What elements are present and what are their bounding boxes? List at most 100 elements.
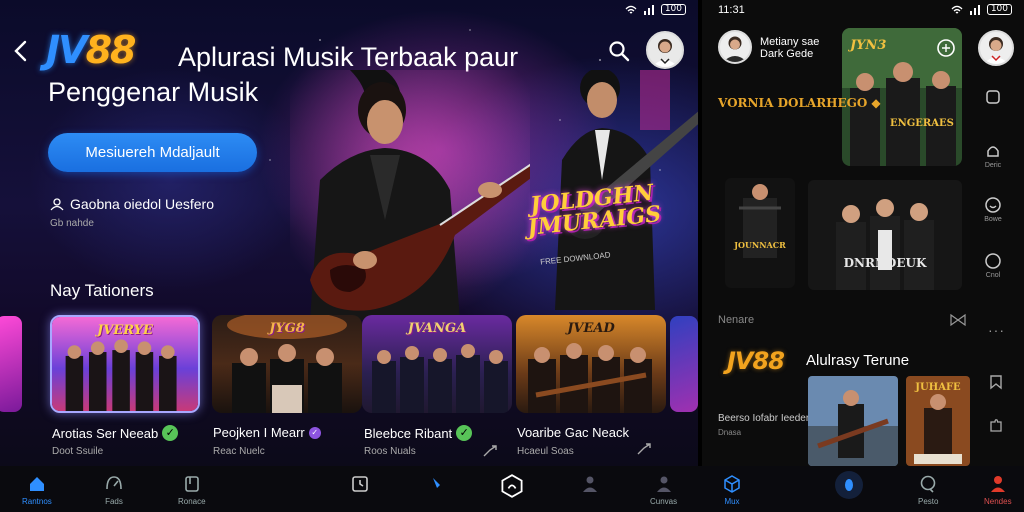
album-card-title: JOUNNACR <box>734 240 786 250</box>
user-avatar[interactable] <box>978 30 1014 66</box>
mic-icon <box>835 471 863 499</box>
home-outline-icon <box>986 90 1000 104</box>
album-description-sub: Dnasa <box>718 428 742 437</box>
album-card-title: Bleebce Ribant ✓ <box>364 425 473 441</box>
share-icon[interactable] <box>482 444 498 458</box>
nav-item-chat[interactable]: Pesto <box>918 474 938 506</box>
search-icon[interactable] <box>607 39 631 63</box>
album-card[interactable]: JVANGA <box>362 315 512 413</box>
gauge-icon <box>106 476 122 490</box>
album-card[interactable]: JYG8 <box>212 315 362 413</box>
album-card-title: Arotias Ser Neeab ✓ <box>52 425 179 441</box>
album-card-subtitle: Hcaeul Soas <box>517 446 574 457</box>
album-card[interactable]: JVERYE <box>50 315 200 413</box>
meta-subtext: Gb nahde <box>50 218 94 229</box>
library-icon <box>184 476 199 492</box>
sidebar-item-alerts[interactable]: Deric <box>984 142 1002 169</box>
album-card-title: Voaribe Gac Neack <box>517 425 630 440</box>
avatar-portrait-icon <box>983 37 1009 64</box>
avatar-portrait-icon <box>652 39 678 67</box>
signal-icon <box>643 4 654 15</box>
album-card[interactable]: JVEAD <box>516 315 666 413</box>
band-photo <box>808 180 962 290</box>
primary-cta-button[interactable]: Mesiuereh Mdaljault <box>48 133 257 172</box>
nav-item-home[interactable]: Rantnos <box>22 474 52 506</box>
album-card-title: JYN3 <box>850 38 887 53</box>
sidebar-item-power[interactable]: Cnol <box>984 252 1002 279</box>
section-title: Nay Tationers <box>50 281 154 300</box>
wifi-icon <box>625 5 637 13</box>
heart-icon[interactable] <box>936 38 956 58</box>
home-screen: 100 JV88 Aplurasi Musik Terbaak paur Pen… <box>0 0 698 512</box>
status-bar: 100 <box>951 4 1012 15</box>
artist-name: Metiany sae <box>760 36 820 48</box>
nav-item-stats[interactable]: Fads <box>104 474 124 506</box>
app-title: Alulrasy Terune <box>806 352 910 369</box>
band-photo <box>808 376 898 466</box>
nav-item-profile[interactable]: Cunvas <box>650 474 677 506</box>
album-card-title: Peojken I Mearr ✓ <box>213 425 321 440</box>
artist-avatar[interactable] <box>718 30 752 64</box>
album-description: Beerso Iofabr Ieeder <box>718 413 810 424</box>
person-icon <box>583 476 597 492</box>
nav-item-library[interactable]: Ronace <box>178 474 206 506</box>
avatar-portrait-icon <box>723 36 747 62</box>
share-icon[interactable] <box>636 442 652 456</box>
power-icon <box>985 253 1001 269</box>
status-bar: 100 <box>625 4 686 15</box>
nav-item-music[interactable] <box>428 474 448 497</box>
bookmark-icon[interactable] <box>988 374 1004 390</box>
wifi-icon <box>951 5 963 13</box>
user-group-icon <box>50 198 64 211</box>
nav-item-mic[interactable] <box>834 470 864 503</box>
nav-item-mux[interactable]: Mux <box>722 474 742 506</box>
jv88-logo: JV88 <box>727 347 785 375</box>
battery-indicator: 100 <box>986 4 1012 15</box>
verified-icon: ✓ <box>308 426 321 439</box>
meta-text: Gaobna oiedol Uesfero <box>70 196 214 212</box>
cube-icon <box>724 475 740 493</box>
sidebar-item-home[interactable] <box>984 88 1002 108</box>
user-avatar[interactable] <box>646 31 684 69</box>
back-icon[interactable] <box>12 40 30 62</box>
note-icon <box>433 478 440 488</box>
album-card-subtitle: Doot Ssuile <box>52 446 104 457</box>
puzzle-icon[interactable] <box>988 418 1004 434</box>
album-card[interactable]: DNRNDEUK <box>808 180 962 290</box>
album-card-title: DNRNDEUK <box>843 256 927 270</box>
nav-item-play[interactable] <box>500 474 524 501</box>
smile-icon <box>985 197 1001 213</box>
carousel-card-partial[interactable] <box>670 316 698 412</box>
carousel-card-partial[interactable] <box>0 316 22 412</box>
album-card[interactable]: JOUNNACR <box>725 178 795 288</box>
sidebar-item-mood[interactable]: Bowe <box>984 196 1002 223</box>
nav-item-recent[interactable] <box>350 474 370 497</box>
verified-icon: ✓ <box>456 425 473 441</box>
user-icon <box>990 476 1005 492</box>
clock-icon <box>352 476 368 492</box>
meta-row: Gaobna oiedol Uesfero <box>50 196 214 212</box>
nav-item-artist[interactable] <box>580 474 600 497</box>
album-card-title: JUHAFE <box>915 382 961 393</box>
album-card-subtitle: Roos Nuals <box>364 446 416 457</box>
album-card[interactable] <box>808 376 898 466</box>
band-photo <box>725 178 795 288</box>
artist-info: Metiany sae Dark Gede <box>760 36 819 60</box>
status-time: 11:31 <box>718 4 745 16</box>
diamond-icon: ◆ <box>871 96 881 110</box>
artist-subtitle: Dark Gede <box>760 48 814 60</box>
album-card-subtitle: Reac Nuelc <box>213 446 265 457</box>
home-icon <box>29 477 44 491</box>
section-title: Nenare <box>718 314 755 326</box>
profile-icon <box>656 476 671 492</box>
guitarist-hero-image <box>290 70 530 320</box>
play-hex-icon <box>501 474 523 498</box>
bowtie-icon[interactable] <box>950 313 966 327</box>
chat-icon <box>920 475 936 493</box>
album-card-caption: ENGERAES <box>890 118 954 129</box>
more-icon[interactable]: ··· <box>988 322 1005 338</box>
section-gold-title: VORNIA DOLARHEGO ◆ <box>718 96 881 110</box>
album-card[interactable]: JUHAFE <box>906 376 970 466</box>
nav-item-user[interactable]: Nendes <box>984 474 1012 506</box>
bell-icon <box>987 146 999 157</box>
